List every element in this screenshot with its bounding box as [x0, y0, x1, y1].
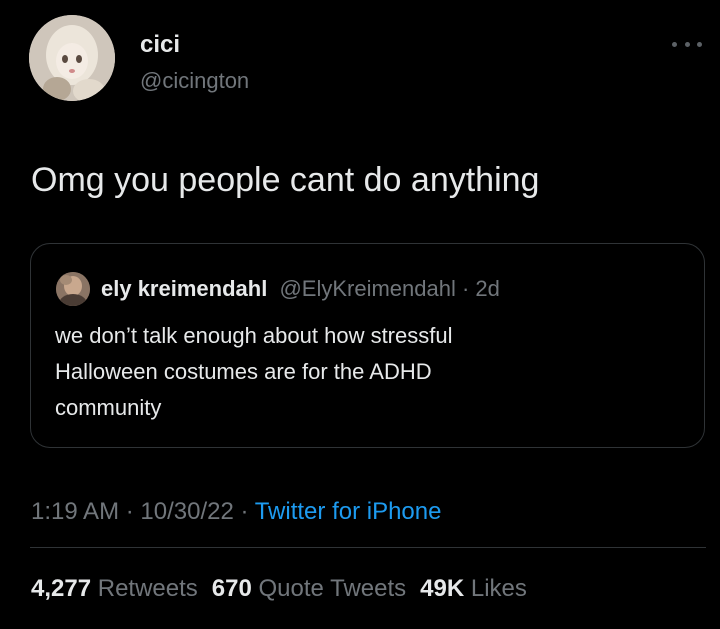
quoted-separator: ·	[455, 276, 476, 301]
quoted-text-line: we don’t talk enough about how stressful	[55, 323, 453, 348]
quoted-tweet-header: ely kreimendahl @ElyKreimendahl · 2d	[101, 275, 500, 303]
tweet-text: Omg you people cant do anything	[31, 161, 540, 199]
retweets-count: 4,277	[31, 575, 92, 602]
avatar-image	[29, 15, 115, 101]
tweet-date[interactable]: 10/30/22	[140, 498, 233, 525]
author-handle[interactable]: @cicington	[140, 67, 249, 95]
retweets-label: Retweets	[97, 575, 198, 602]
likes-label: Likes	[470, 575, 527, 602]
quoted-author-avatar	[56, 272, 90, 306]
more-options-icon[interactable]	[672, 36, 702, 52]
quoted-avatar-image	[56, 272, 90, 306]
quoted-text-line: Halloween costumes are for the ADHD	[55, 359, 432, 384]
likes-stat[interactable]: 49K Likes	[420, 575, 527, 602]
retweets-stat[interactable]: 4,277 Retweets	[31, 575, 198, 602]
tweet-source-link[interactable]: Twitter for iPhone	[255, 498, 442, 525]
stats-divider	[30, 547, 706, 548]
quoted-tweet-text: we don’t talk enough about how stressful…	[55, 318, 452, 426]
quote-tweets-count: 670	[211, 575, 252, 602]
quote-tweets-stat[interactable]: 670 Quote Tweets	[212, 575, 406, 602]
quoted-text-line: community	[55, 395, 162, 420]
timestamp-separator: ·	[119, 498, 141, 525]
likes-count: 49K	[420, 575, 465, 602]
quote-tweets-label: Quote Tweets	[258, 575, 407, 602]
quoted-author-handle: @ElyKreimendahl	[279, 276, 456, 301]
quoted-tweet[interactable]: ely kreimendahl @ElyKreimendahl · 2d we …	[30, 243, 705, 448]
tweet-stats: 4,277 Retweets 670 Quote Tweets 49K Likes	[31, 574, 527, 604]
tweet-time[interactable]: 1:19 AM	[31, 498, 119, 525]
timestamp-separator: ·	[233, 498, 255, 525]
tweet-timestamp: 1:19 AM · 10/30/22 · Twitter for iPhone	[31, 497, 441, 527]
quoted-author-name[interactable]: ely kreimendahl	[101, 276, 267, 301]
quoted-tweet-age: 2d	[475, 276, 500, 301]
author-name[interactable]: cici	[140, 31, 180, 59]
author-avatar[interactable]	[29, 15, 115, 101]
